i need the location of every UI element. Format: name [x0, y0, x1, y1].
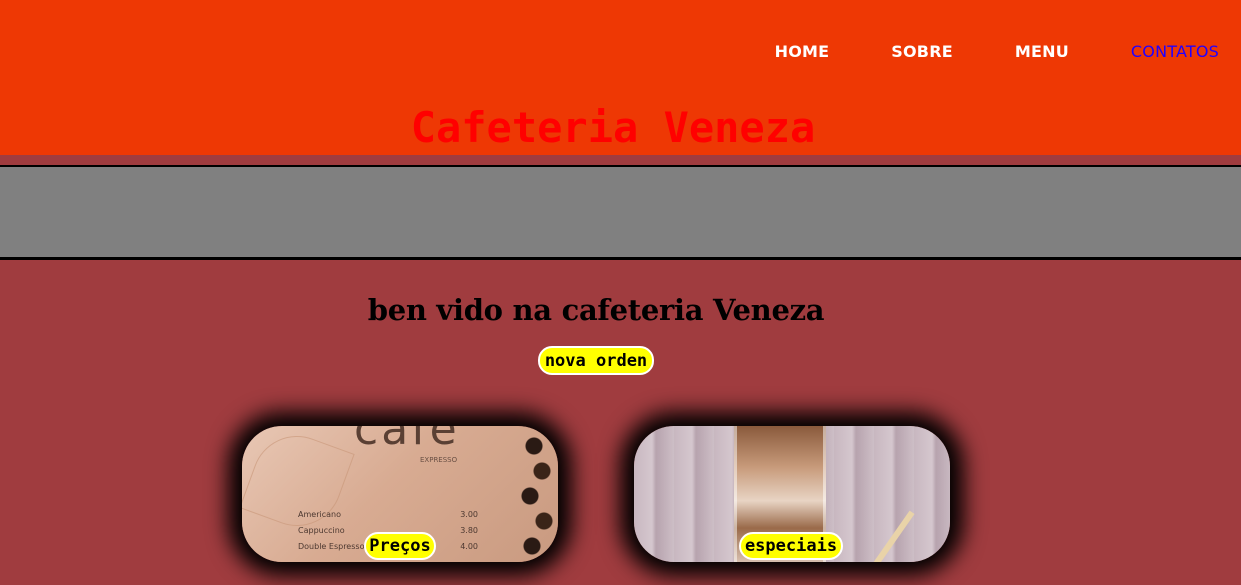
straw [869, 510, 915, 562]
nav-menu[interactable]: MENU [1015, 42, 1069, 61]
menu-row: Americano 3.00 [298, 510, 478, 519]
prices-label[interactable]: Preços [364, 532, 436, 560]
specials-card[interactable]: especiais [634, 426, 950, 562]
nav-contatos[interactable]: CONTATOS [1131, 42, 1219, 61]
prices-card[interactable]: café EXPRESSO Americano 3.00 Cappuccino 3.… [242, 426, 558, 562]
coffee-beans [514, 426, 558, 562]
nav-sobre[interactable]: SOBRE [891, 42, 953, 61]
nav-home[interactable]: HOME [775, 42, 830, 61]
site-title: Cafeteria Veneza [410, 103, 816, 152]
leaf-decoration [242, 426, 355, 539]
menu-subtitle: EXPRESSO [420, 456, 458, 464]
banner-strip [0, 165, 1241, 260]
specials-label[interactable]: especiais [739, 532, 843, 560]
welcome-heading: ben vido na cafeteria Veneza [367, 293, 825, 327]
main-nav: HOME SOBRE MENU CONTATOS [713, 40, 1241, 62]
new-order-button[interactable]: nova orden [538, 346, 654, 375]
site-header: HOME SOBRE MENU CONTATOS Cafeteria Venez… [0, 0, 1241, 155]
menu-logo-text: café [354, 426, 460, 455]
